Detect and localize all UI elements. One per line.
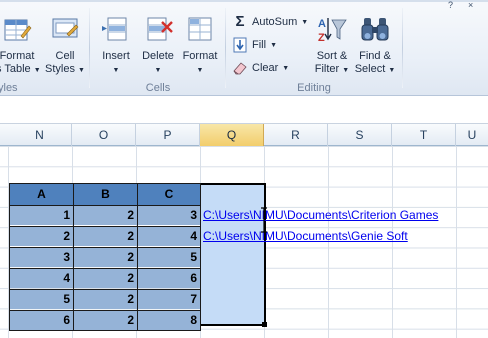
find-select-label-1: Find &: [359, 50, 391, 62]
group-separator: [402, 8, 403, 88]
sigma-icon: Σ: [235, 13, 245, 30]
insert-cells-icon: [100, 14, 132, 46]
insert-button[interactable]: Insert ▼: [96, 14, 136, 84]
close-icon[interactable]: ×: [468, 1, 473, 10]
svg-text:Z: Z: [318, 32, 325, 44]
column-header-o[interactable]: O: [72, 124, 136, 146]
format-as-table-label-1: Format: [0, 50, 35, 62]
fill-down-icon: [232, 37, 248, 53]
format-as-table-button[interactable]: Format s Table ▼: [0, 14, 41, 84]
table-divider: [9, 289, 201, 290]
binoculars-icon: [359, 14, 391, 46]
cell-styles-icon: [49, 14, 81, 46]
column-header-u[interactable]: U: [456, 124, 488, 146]
delete-button[interactable]: Delete ▼: [138, 14, 178, 84]
ribbon-tab-strip: [0, 0, 488, 2]
column-header-q[interactable]: Q: [200, 124, 264, 146]
group-separator: [225, 8, 226, 88]
chevron-down-icon: ▼: [301, 18, 309, 26]
column-header-s[interactable]: S: [328, 124, 392, 146]
cell-styles-button[interactable]: Cell Styles ▼: [44, 14, 86, 84]
cell-styles-label-2: Styles: [45, 63, 75, 75]
sort-filter-label-1: Sort &: [316, 50, 348, 62]
fill-button[interactable]: Fill ▼: [232, 35, 277, 55]
hyperlink-cell[interactable]: C:\Users\NIMU\Documents\Criterion Games: [203, 205, 438, 225]
chevron-down-icon: ▼: [196, 67, 204, 74]
chevron-down-icon: ▼: [342, 67, 350, 74]
fill-handle[interactable]: [262, 322, 267, 327]
editing-group-label: Editing: [297, 82, 331, 94]
format-as-table-label-2: s Table: [0, 63, 31, 75]
delete-cells-icon: [142, 14, 174, 46]
fill-label: Fill: [252, 39, 267, 51]
sort-filter-button[interactable]: A Z Sort & Filter ▼: [312, 14, 352, 84]
table-divider: [9, 226, 201, 227]
column-header-t[interactable]: T: [392, 124, 456, 146]
help-icon[interactable]: ?: [448, 1, 453, 10]
clear-label: Clear: [252, 62, 279, 74]
worksheet: N O P Q R S T U A B C 1 2 3 2 2 4 3 2 5 …: [0, 96, 488, 338]
table-divider: [9, 247, 201, 248]
chevron-down-icon: ▼: [78, 67, 85, 74]
group-separator: [89, 8, 90, 88]
ribbon: ? × Format s Table ▼: [0, 0, 488, 96]
autosum-button[interactable]: Σ AutoSum ▼: [232, 12, 308, 32]
svg-text:A: A: [318, 18, 326, 30]
editing-group: Σ AutoSum ▼ Fill ▼ Clear ▼ A Z Sort & Fi…: [228, 6, 400, 96]
chevron-down-icon: ▼: [112, 67, 120, 74]
chevron-down-icon: ▼: [282, 64, 290, 72]
table-divider: [9, 205, 201, 206]
styles-group: Format s Table ▼ Cell Styles ▼ yles: [0, 6, 88, 96]
format-button[interactable]: Format ▼: [180, 14, 220, 84]
clear-button[interactable]: Clear ▼: [232, 58, 289, 78]
format-label: Format: [182, 50, 218, 62]
chevron-down-icon: ▼: [154, 67, 162, 74]
chevron-down-icon: ▼: [33, 67, 41, 74]
sort-filter-icon: A Z: [316, 14, 348, 46]
column-header-p[interactable]: P: [136, 124, 200, 146]
cell-styles-label-1: Cell: [55, 50, 75, 62]
find-select-label-2: Select: [354, 63, 386, 75]
mouse-cursor-icon: [259, 207, 269, 233]
cells-group-label: Cells: [145, 82, 171, 94]
chevron-down-icon: ▼: [388, 67, 396, 74]
find-select-button[interactable]: Find & Select ▼: [354, 14, 396, 84]
styles-group-label: yles: [0, 82, 18, 94]
column-header-r[interactable]: R: [264, 124, 328, 146]
table-divider: [9, 310, 201, 311]
eraser-icon: [232, 60, 248, 76]
sort-filter-label-2: Filter: [314, 63, 340, 75]
hyperlink-cell[interactable]: C:\Users\NIMU\Documents\Genie Soft: [203, 226, 408, 246]
column-header-n[interactable]: N: [8, 124, 72, 146]
formula-bar-area: [0, 96, 488, 124]
table-divider: [9, 268, 201, 269]
cells-group: Insert ▼ Delete ▼ Format ▼ Cells: [92, 6, 224, 96]
format-cells-icon: [184, 14, 216, 46]
format-as-table-icon: [1, 14, 33, 46]
insert-label: Insert: [102, 50, 130, 62]
chevron-down-icon: ▼: [270, 41, 277, 49]
column-headers: N O P Q R S T U: [0, 124, 488, 146]
autosum-label: AutoSum: [252, 16, 298, 28]
delete-label: Delete: [142, 50, 174, 62]
